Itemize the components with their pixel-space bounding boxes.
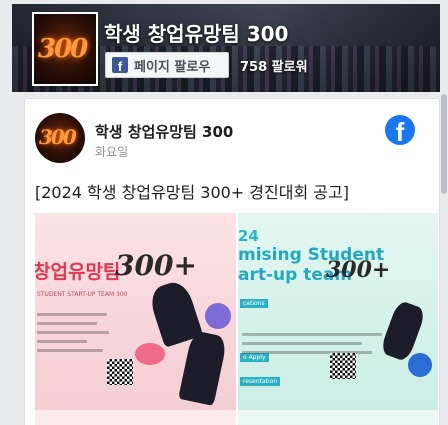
- poster-subtitle: STUDENT START-UP TEAM 300: [37, 291, 128, 298]
- avatar-logo: 300: [39, 125, 77, 149]
- post-timestamp[interactable]: 화요일: [95, 143, 128, 160]
- facebook-square-icon: f: [112, 57, 128, 73]
- facebook-page-plugin: 300 학생 창업유망팀 300 f 페이지 팔로우 758 팔로워 300 학…: [0, 0, 448, 425]
- poster-year: 24: [238, 227, 259, 245]
- post-card: 300 학생 창업유망팀 300 화요일 f [2024 학생 창업유망팀 30…: [24, 98, 440, 425]
- page-profile-picture[interactable]: 300: [32, 12, 98, 86]
- poster-body-text: [242, 333, 392, 360]
- poster-body-text: [37, 313, 117, 358]
- post-image-english-poster[interactable]: 24 mising Student art-up team 300+ catio…: [238, 213, 438, 425]
- poster-title: 창업유망팀: [35, 261, 121, 283]
- post-author[interactable]: 학생 창업유망팀 300: [95, 121, 233, 142]
- profile-logo: 300: [38, 34, 88, 64]
- scrollbar-thumb[interactable]: [441, 94, 447, 194]
- poster-title-number: 300+: [115, 249, 197, 282]
- poster-section-label: resentation: [240, 377, 281, 386]
- post-image-korean-poster[interactable]: 창업유망팀 300+ STUDENT START-UP TEAM 300: [35, 213, 236, 425]
- follow-button-label: 페이지 팔로우: [134, 59, 211, 75]
- illustration-figure: [178, 330, 228, 406]
- qr-code-icon: [330, 353, 356, 379]
- scrollbar[interactable]: [440, 92, 448, 425]
- facebook-icon[interactable]: f: [385, 115, 415, 145]
- illustration-shape: [408, 353, 432, 377]
- poster-title-number: 300+: [326, 257, 391, 283]
- page-cover[interactable]: 300 학생 창업유망팀 300 f 페이지 팔로우 758 팔로워: [12, 4, 440, 92]
- qr-code-icon: [107, 359, 133, 385]
- follow-page-button[interactable]: f 페이지 팔로우: [105, 52, 229, 78]
- poster-section-label: cations: [240, 299, 268, 308]
- post-avatar[interactable]: 300: [35, 113, 85, 163]
- follower-count: 758 팔로워: [240, 60, 308, 75]
- illustration-shape: [135, 343, 165, 365]
- post-text: [2024 학생 창업유망팀 300+ 경진대회 공고]: [35, 183, 349, 202]
- page-title[interactable]: 학생 창업유망팀 300: [104, 18, 288, 47]
- illustration-shape: [205, 303, 231, 329]
